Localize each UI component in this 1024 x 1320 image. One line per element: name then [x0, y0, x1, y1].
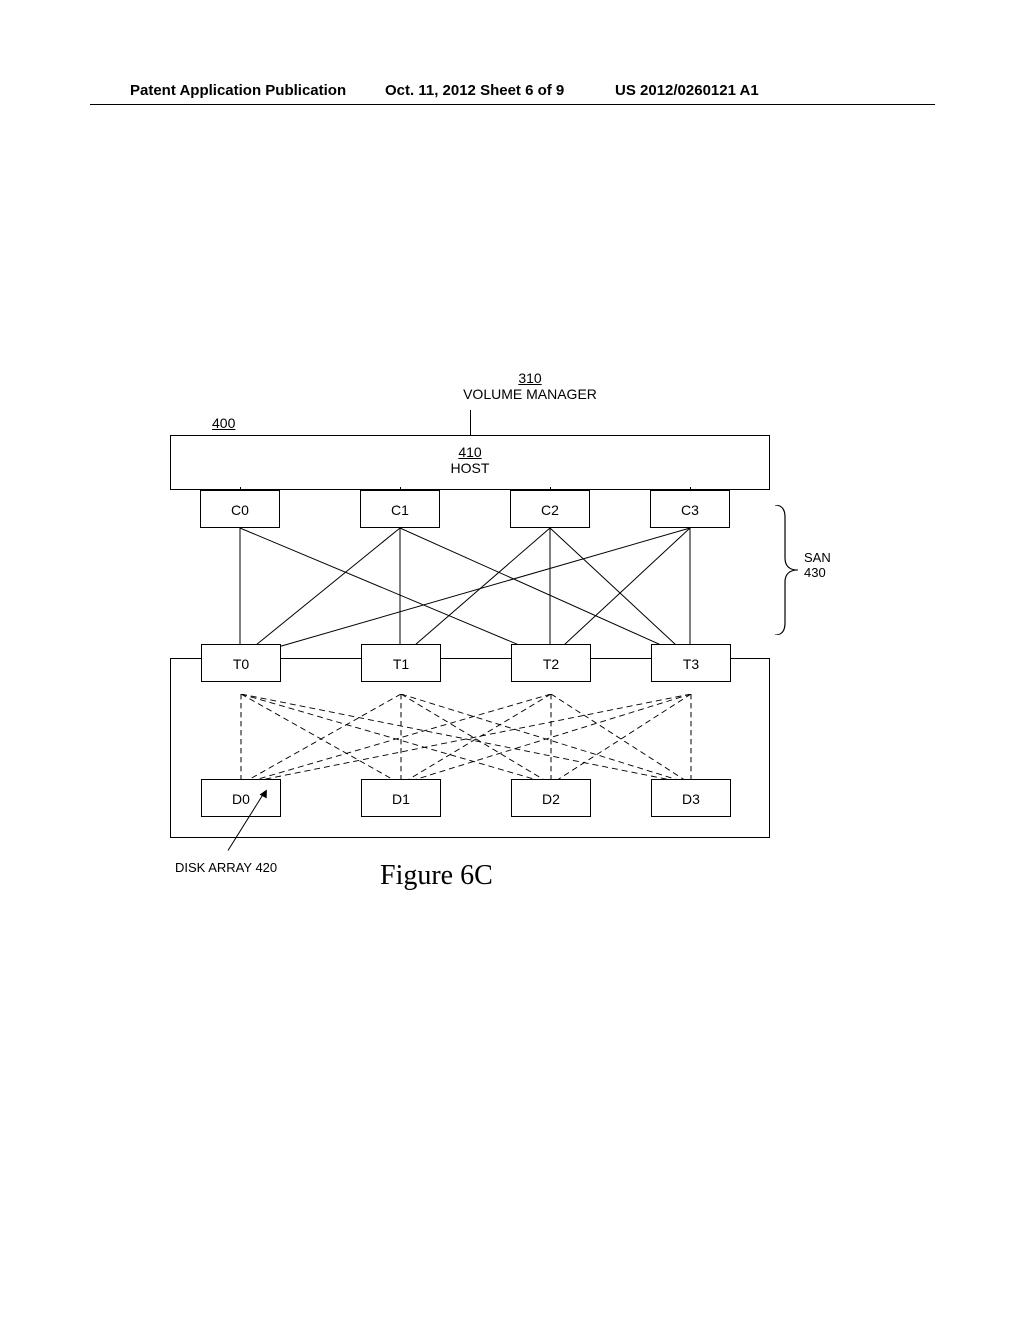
disk-d1: D1 — [361, 779, 441, 817]
controller-c1: C1 — [360, 490, 440, 528]
disk-array-box: T0 T1 T2 T3 — [170, 658, 770, 838]
disk-array-label: DISK ARRAY 420 — [175, 860, 277, 875]
controller-c0: C0 — [200, 490, 280, 528]
disk-d2: D2 — [511, 779, 591, 817]
target-t0: T0 — [201, 644, 281, 682]
header-publication: Patent Application Publication — [130, 82, 346, 99]
volume-manager-ref: 310 — [430, 370, 630, 386]
disk-d0: D0 — [201, 779, 281, 817]
target-t2: T2 — [511, 644, 591, 682]
san-ref: 430 — [804, 565, 826, 580]
san-mesh — [170, 528, 770, 658]
san-text: SAN — [804, 550, 831, 565]
host-label: HOST — [451, 460, 490, 476]
target-t1: T1 — [361, 644, 441, 682]
figure-diagram: 310 VOLUME MANAGER 400 410 HOST C0 C1 C2… — [170, 370, 850, 900]
figure-ref-400: 400 — [212, 415, 235, 431]
volume-manager-text: VOLUME MANAGER — [463, 386, 597, 402]
array-mesh — [171, 694, 771, 784]
controller-c3: C3 — [650, 490, 730, 528]
controller-c2: C2 — [510, 490, 590, 528]
target-t3: T3 — [651, 644, 731, 682]
host-box: 410 HOST — [170, 435, 770, 490]
vm-connector-line — [470, 410, 471, 435]
figure-title: Figure 6C — [380, 860, 493, 892]
disk-d3: D3 — [651, 779, 731, 817]
header-pub-number: US 2012/0260121 A1 — [615, 82, 759, 99]
host-ref: 410 — [171, 444, 769, 460]
header-divider — [90, 104, 935, 105]
san-label: SAN 430 — [804, 550, 831, 580]
header-date-sheet: Oct. 11, 2012 Sheet 6 of 9 — [385, 82, 564, 99]
volume-manager-label: 310 VOLUME MANAGER — [430, 370, 630, 402]
